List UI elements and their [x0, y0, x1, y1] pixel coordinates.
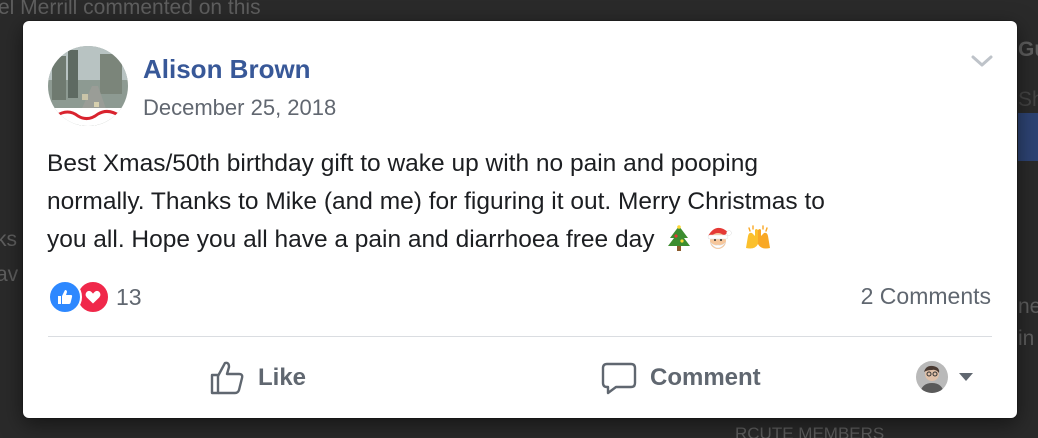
post-text-line-last: you all. Hope you all have a pain and di…	[47, 221, 997, 259]
bg-snippet: Gu	[1018, 38, 1038, 61]
comment-bubble-icon	[601, 362, 637, 395]
comment-label: Comment	[650, 364, 761, 391]
post-text-line: Best Xmas/50th birthday gift to wake up …	[47, 150, 758, 177]
divider	[48, 336, 992, 337]
bg-snippet: RCUTE MEMBERS	[735, 424, 885, 438]
thumbs-up-icon	[210, 361, 244, 395]
comments-count-link[interactable]: 2 Comments	[861, 283, 991, 310]
caret-down-icon	[959, 373, 973, 381]
bg-snippet: in	[1018, 327, 1035, 350]
bg-snippet: ks	[0, 228, 17, 251]
post-options-chevron-icon[interactable]	[967, 49, 997, 73]
like-button[interactable]: Like	[208, 357, 306, 399]
bg-snippet: ne	[1018, 295, 1038, 318]
bg-snippet: Sha	[1018, 88, 1038, 111]
like-label: Like	[258, 364, 307, 391]
raising-hands-icon	[743, 224, 771, 252]
avatar-photo	[48, 46, 128, 126]
author-name[interactable]: Alison Brown	[143, 54, 311, 85]
post-text: Best Xmas/50th birthday gift to wake up …	[47, 145, 997, 259]
user-avatar	[916, 361, 948, 393]
like-reaction-icon	[48, 280, 82, 314]
bg-button-strip	[1018, 113, 1038, 161]
christmas-tree-icon	[665, 224, 693, 252]
comment-button[interactable]: Comment	[600, 357, 761, 399]
comment-as-selector[interactable]	[916, 361, 974, 393]
post-date[interactable]: December 25, 2018	[143, 95, 336, 121]
post-text-line: normally. Thanks to Mike (and me) for fi…	[47, 188, 825, 215]
author-avatar[interactable]	[48, 46, 128, 126]
santa-icon	[704, 224, 732, 252]
bg-snippet: av	[0, 263, 19, 286]
post-card: Alison Brown December 25, 2018 Best Xmas…	[23, 21, 1017, 418]
bg-snippet: el Merrill commented on this	[0, 0, 261, 19]
reactions-summary[interactable]: 13	[48, 280, 142, 314]
reaction-count: 13	[116, 283, 142, 310]
